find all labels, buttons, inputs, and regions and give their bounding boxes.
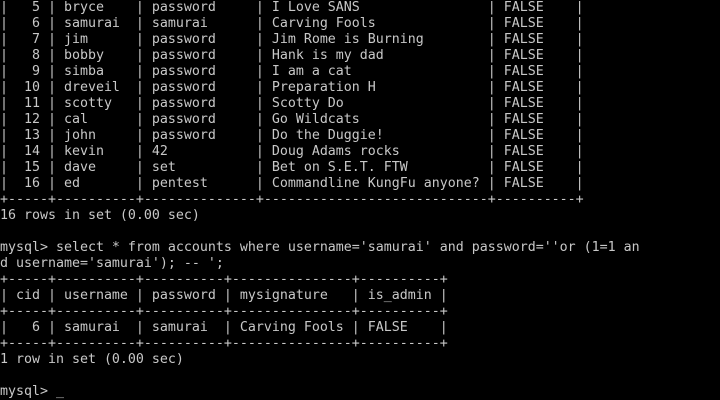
query-result-summary: 16 rows in set (0.00 sec) xyxy=(0,208,200,223)
terminal-line-row-13: | 13 | john | password | Do the Duggie! … xyxy=(0,128,584,143)
table-border-bottom: +-----+----------+--------------+-------… xyxy=(0,192,584,207)
terminal-line-row-9: | 9 | simba | password | I am a cat | FA… xyxy=(0,64,584,79)
terminal-line-row-10: | 10 | dreveil | password | Preparation … xyxy=(0,80,584,95)
terminal-line-row-7: | 7 | jim | password | Jim Rome is Burni… xyxy=(0,32,584,47)
result-table-border-bottom: +-----+----------+----------+-----------… xyxy=(0,336,448,351)
terminal-line-row-14: | 14 | kevin | 42 | Doug Adams rocks | F… xyxy=(0,144,584,159)
terminal-line-row-16: | 16 | ed | pentest | Commandline KungFu… xyxy=(0,176,584,191)
terminal-line-row-11: | 11 | scotty | password | Scotty Do | F… xyxy=(0,96,584,111)
result-table-row: | 6 | samurai | samurai | Carving Fools … xyxy=(0,320,448,335)
result-table-header-border: +-----+----------+----------+-----------… xyxy=(0,304,448,319)
terminal-line-row-12: | 12 | cal | password | Go Wildcats | FA… xyxy=(0,112,584,127)
text-cursor: _ xyxy=(55,384,64,399)
result-summary: 1 row in set (0.00 sec) xyxy=(0,352,184,367)
terminal-line-row-15: | 15 | dave | set | Bet on S.E.T. FTW | … xyxy=(0,160,584,175)
sql-injection-command: mysql> select * from accounts where user… xyxy=(0,240,640,255)
mysql-prompt: mysql> xyxy=(0,384,56,399)
result-table-border-top: +-----+----------+----------+-----------… xyxy=(0,272,448,287)
mysql-prompt-line[interactable]: mysql> _ xyxy=(0,384,64,400)
terminal-line-row-6: | 6 | samurai | samurai | Carving Fools … xyxy=(0,16,584,31)
terminal-window[interactable]: | 5 | bryce | password | I Love SANS | F… xyxy=(0,0,720,400)
terminal-line-row-8: | 8 | bobby | password | Hank is my dad … xyxy=(0,48,584,63)
result-table-header: | cid | username | password | mysignatur… xyxy=(0,288,448,303)
terminal-line-row-5: | 5 | bryce | password | I Love SANS | F… xyxy=(0,0,584,15)
sql-injection-command-wrap: d username='samurai'); -- '; xyxy=(0,256,224,271)
